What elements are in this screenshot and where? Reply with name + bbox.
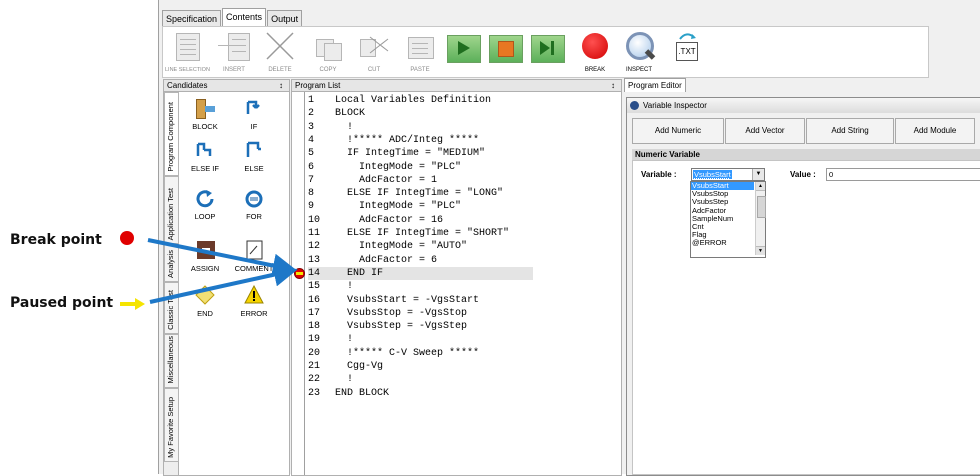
paused-point-arrow bbox=[149, 262, 298, 304]
annotation-arrows bbox=[147, 238, 298, 304]
break-point-arrow bbox=[147, 238, 297, 278]
